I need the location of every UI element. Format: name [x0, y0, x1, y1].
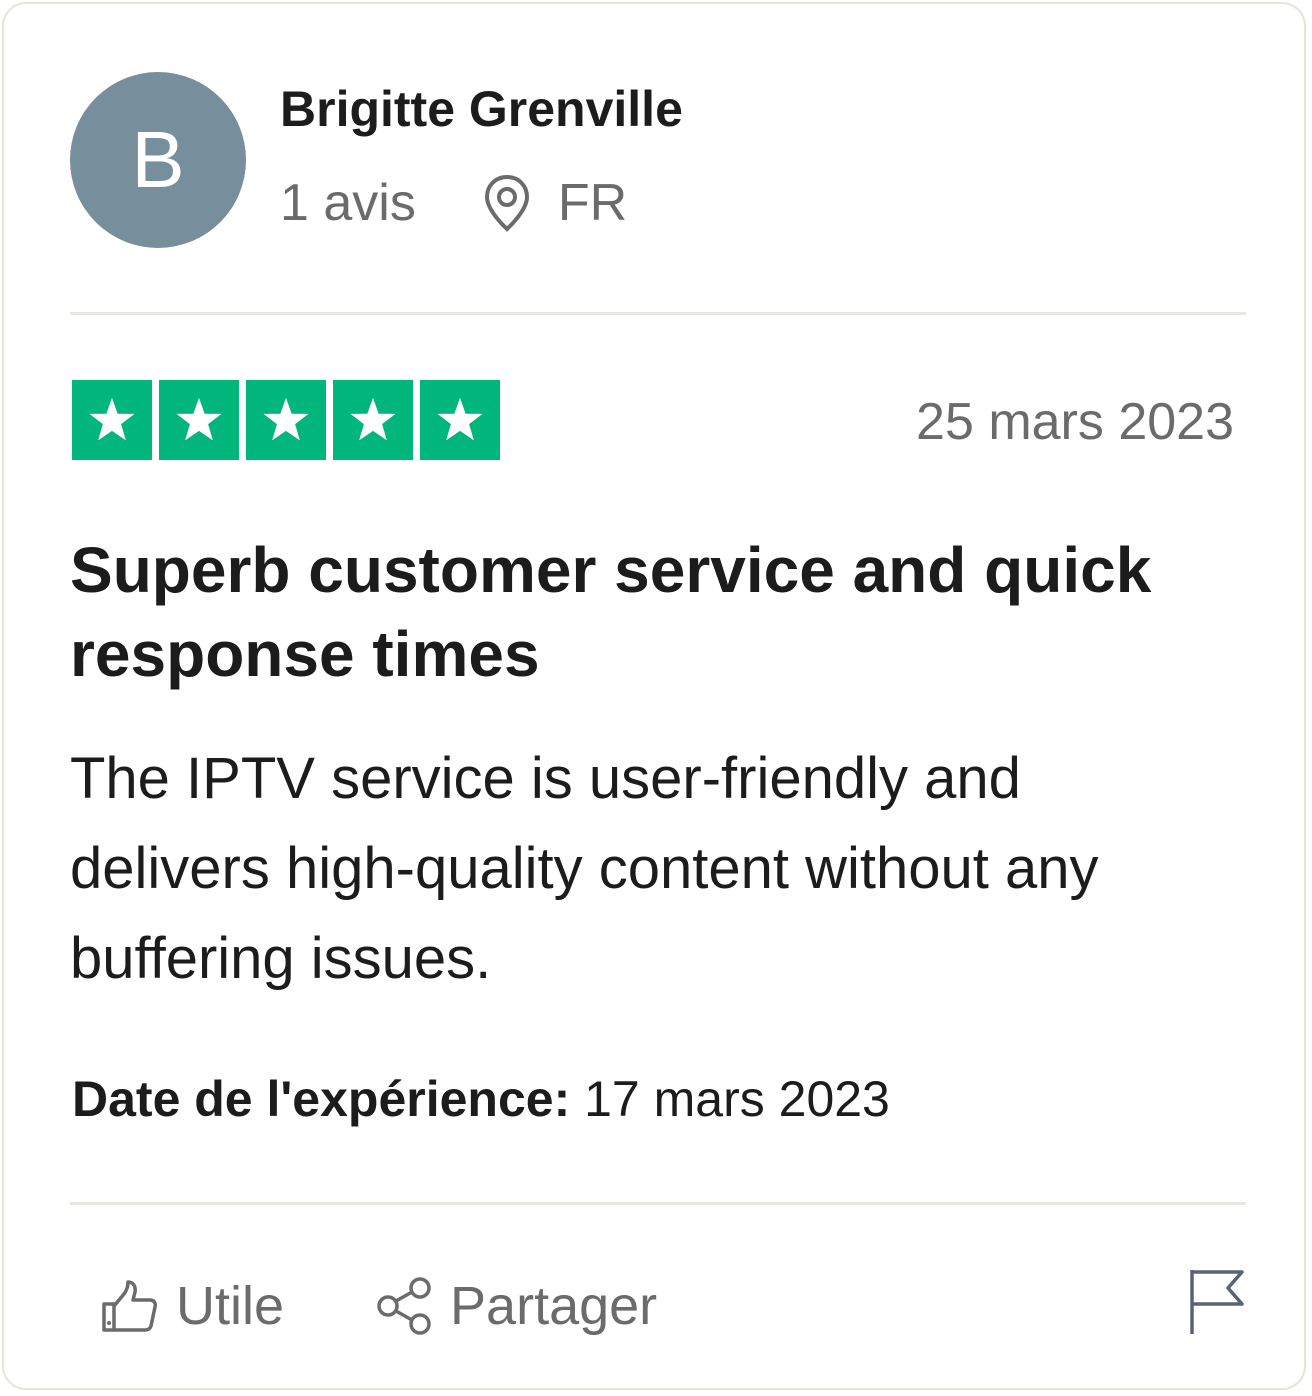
- review-card: B Brigitte Grenville 1 avis FR 25 mars 2…: [2, 2, 1306, 1390]
- share-icon: [377, 1277, 431, 1335]
- share-label: Partager: [450, 1276, 658, 1336]
- reviewer-name[interactable]: Brigitte Grenville: [280, 80, 683, 138]
- avatar[interactable]: B: [70, 72, 246, 248]
- star-icon: [333, 380, 413, 460]
- useful-button[interactable]: Utile: [100, 1275, 284, 1337]
- star-icon: [72, 380, 152, 460]
- experience-label: Date de l'expérience:: [72, 1071, 571, 1127]
- review-body: The IPTV service is user-friendly and de…: [70, 746, 1099, 991]
- location-pin-icon: [482, 173, 532, 233]
- star-rating: [72, 380, 500, 460]
- report-flag-button[interactable]: [1188, 1268, 1248, 1338]
- review-title[interactable]: Superb customer service and quick respon…: [70, 528, 1170, 696]
- divider-top: [70, 312, 1246, 315]
- thumbs-up-icon: [102, 1280, 157, 1332]
- review-count: 1 avis: [280, 174, 416, 232]
- review-actions: Utile Partager: [100, 1266, 749, 1346]
- star-icon: [420, 380, 500, 460]
- flag-icon: [1190, 1270, 1244, 1334]
- experience-date: Date de l'expérience: 17 mars 2023: [72, 1070, 890, 1128]
- review-date: 25 mars 2023: [916, 393, 1234, 451]
- reviewer-country: FR: [557, 174, 628, 232]
- reviewer-meta: 1 avis FR: [280, 168, 627, 238]
- share-button[interactable]: Partager: [376, 1275, 657, 1337]
- useful-label: Utile: [176, 1276, 285, 1336]
- avatar-initial: B: [131, 115, 185, 204]
- star-icon: [246, 380, 326, 460]
- experience-value: 17 mars 2023: [584, 1071, 890, 1127]
- star-icon: [159, 380, 239, 460]
- divider-bottom: [70, 1202, 1246, 1205]
